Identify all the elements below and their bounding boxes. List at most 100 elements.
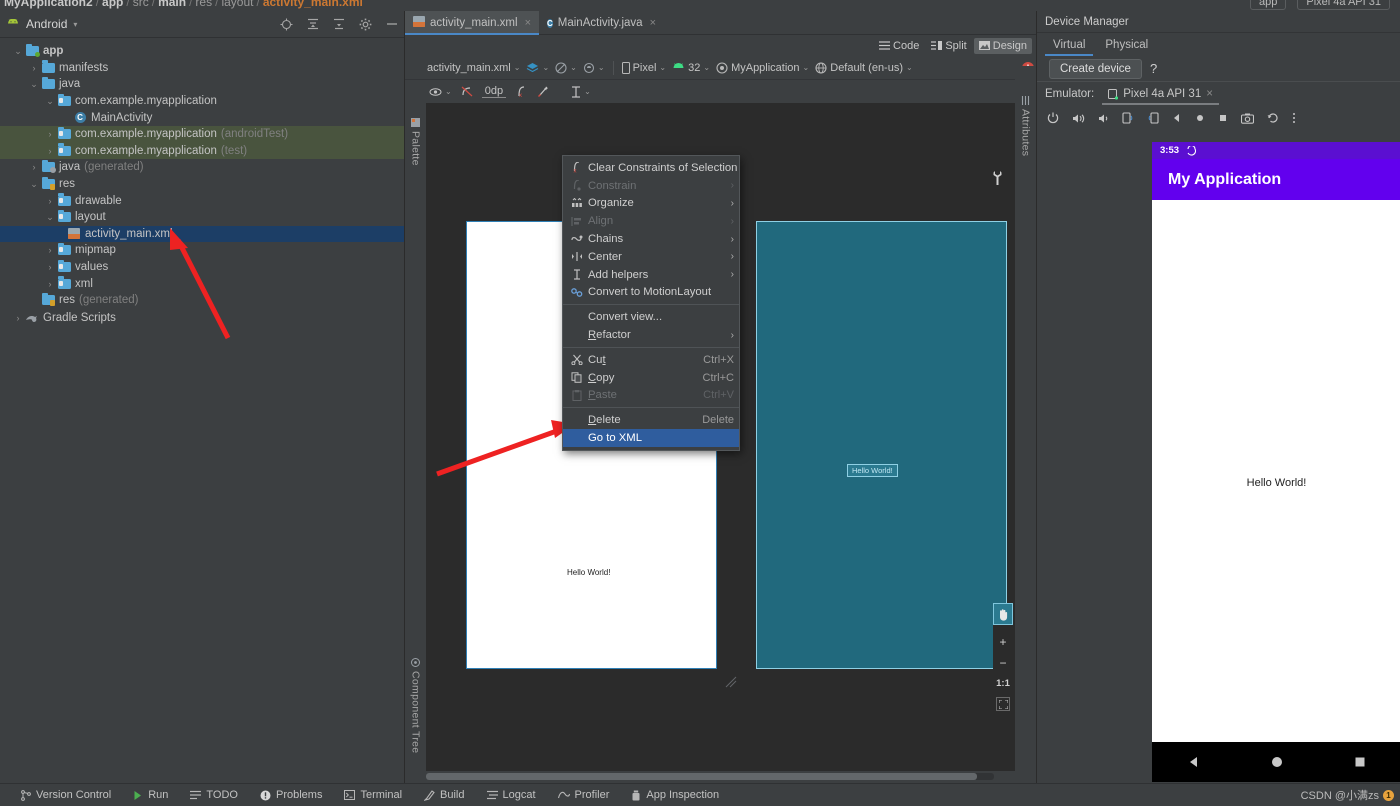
volume-up-icon[interactable]	[1072, 113, 1085, 124]
resize-handle[interactable]	[724, 675, 738, 689]
chevron-right-icon[interactable]: ›	[28, 63, 40, 73]
breadcrumb-item-4[interactable]: res	[195, 0, 212, 9]
chevron-right-icon[interactable]: ›	[44, 279, 56, 289]
overview-icon[interactable]	[1218, 113, 1228, 123]
history-icon[interactable]	[1267, 112, 1279, 124]
wrench-icon[interactable]	[992, 171, 1003, 185]
help-icon[interactable]: ?	[1150, 61, 1157, 76]
rotate-right-icon[interactable]	[1147, 112, 1159, 124]
view-mode-code[interactable]: Code	[874, 38, 924, 54]
emulator-content-area[interactable]: Hello World!	[1152, 200, 1400, 742]
breadcrumb-item-1[interactable]: app	[102, 0, 123, 9]
design-surface-icon[interactable]: ⌄	[526, 62, 549, 73]
device-selector[interactable]: Pixel 4a API 31	[1297, 0, 1390, 10]
tree-item-java-generated[interactable]: › java (generated)	[0, 159, 404, 176]
design-context-menu[interactable]: x Clear Constraints of Selection Constra…	[562, 155, 740, 451]
chevron-down-icon[interactable]: ⌄	[514, 63, 521, 72]
tree-item-layout[interactable]: ⌄ layout	[0, 209, 404, 226]
tab-mainactivity-java[interactable]: C MainActivity.java ×	[539, 11, 664, 34]
status-item-terminal[interactable]: Terminal	[333, 789, 413, 801]
scrollbar-thumb[interactable]	[426, 773, 977, 780]
project-view-selector[interactable]: Android ▾	[6, 17, 77, 31]
chevron-right-icon[interactable]: ›	[44, 129, 56, 139]
status-item-todo[interactable]: TODO	[179, 789, 249, 801]
menu-item-constrain[interactable]: Constrain ›	[563, 177, 739, 195]
chevron-right-icon[interactable]: ›	[44, 245, 56, 255]
tree-item-gradle-scripts[interactable]: › Gradle Scripts	[0, 310, 404, 327]
menu-item-clear-constraints[interactable]: x Clear Constraints of Selection	[563, 159, 739, 177]
blueprint-toggle-icon[interactable]: ⌄	[555, 61, 577, 74]
tree-item-package-main[interactable]: ⌄ com.example.myapplication	[0, 93, 404, 110]
guideline-icon[interactable]: ⌄	[571, 85, 591, 98]
gear-icon[interactable]	[359, 18, 372, 31]
close-icon[interactable]: ×	[1206, 88, 1213, 100]
screenshot-icon[interactable]	[1241, 113, 1254, 124]
close-icon[interactable]: ×	[525, 17, 531, 29]
chevron-down-icon[interactable]: ⌄	[44, 212, 56, 223]
view-mode-split[interactable]: Split	[926, 38, 971, 54]
tree-item-activity-main-xml[interactable]: activity_main.xml	[0, 225, 404, 243]
attributes-tool-tab[interactable]: Attributes	[1015, 66, 1036, 186]
menu-item-cut[interactable]: Cut Ctrl+X	[563, 351, 739, 369]
show-constraints-icon[interactable]: ⌄	[429, 87, 452, 97]
view-mode-design[interactable]: Design	[973, 37, 1032, 54]
tree-item-app[interactable]: ⌄ app	[0, 43, 404, 60]
zoom-controls[interactable]: + − 1:1	[993, 603, 1013, 711]
emulator-screen[interactable]: 3:53 My Application Hello World!	[1152, 142, 1400, 782]
breadcrumb[interactable]: MyApplication2/app / src / main / res / layout / a…	[4, 0, 363, 9]
tree-item-res-generated[interactable]: res (generated)	[0, 292, 404, 309]
menu-item-delete[interactable]: Delete Delete	[563, 411, 739, 429]
menu-item-copy[interactable]: Copy Ctrl+C	[563, 369, 739, 387]
power-icon[interactable]	[1047, 112, 1059, 124]
menu-item-convert-to-motionlayout[interactable]: Convert to MotionLayout	[563, 284, 739, 302]
api-selector[interactable]: 32 ⌄	[672, 62, 710, 74]
breadcrumb-item-6[interactable]: activity_main.xml	[263, 0, 363, 9]
tree-item-package-test[interactable]: › com.example.myapplication (test)	[0, 142, 404, 160]
menu-item-refactor[interactable]: Refactor ›	[563, 326, 739, 344]
tree-item-package-androidtest[interactable]: › com.example.myapplication (androidTest…	[0, 125, 404, 143]
breadcrumb-item-0[interactable]: MyApplication2	[4, 0, 93, 9]
palette-tool-tab[interactable]: Palette	[405, 103, 426, 181]
tree-item-manifests[interactable]: › manifests	[0, 60, 404, 77]
emulator-tab[interactable]: Pixel 4a API 31 ×	[1102, 86, 1219, 105]
module-selector[interactable]: app	[1249, 0, 1287, 10]
breadcrumb-item-3[interactable]: main	[158, 0, 186, 9]
close-icon[interactable]: ×	[650, 17, 656, 29]
collapse-all-icon[interactable]	[333, 18, 345, 30]
theme-selector[interactable]: MyApplication ⌄	[716, 62, 809, 74]
chevron-right-icon[interactable]: ›	[44, 196, 56, 206]
tab-activity-main-xml[interactable]: activity_main.xml ×	[405, 11, 539, 35]
project-tree[interactable]: ⌄ app › manifests ⌄ java ⌄ com.example.m…	[0, 39, 404, 783]
tree-item-mainactivity[interactable]: C MainActivity	[0, 109, 404, 126]
status-item-profiler[interactable]: Profiler	[547, 789, 621, 801]
emulator-nav-bar[interactable]	[1152, 742, 1400, 782]
tab-physical[interactable]: Physical	[1095, 33, 1158, 56]
component-tree-tool-tab[interactable]: Component Tree	[405, 641, 426, 771]
infer-constraints-icon[interactable]	[537, 86, 550, 98]
chevron-right-icon[interactable]: ›	[28, 162, 40, 172]
create-device-button[interactable]: Create device	[1049, 58, 1142, 79]
device-selector[interactable]: Pixel ⌄	[621, 61, 666, 74]
layout-file-selector[interactable]: activity_main.xml ⌄	[427, 62, 520, 74]
breadcrumb-item-5[interactable]: layout	[221, 0, 253, 9]
more-icon[interactable]	[1292, 112, 1296, 124]
menu-item-organize[interactable]: Organize ›	[563, 195, 739, 213]
preview-hello-world-text[interactable]: Hello World!	[567, 568, 610, 577]
breadcrumb-item-2[interactable]: src	[133, 0, 149, 9]
tree-item-res[interactable]: ⌄ res	[0, 176, 404, 193]
tree-item-mipmap[interactable]: › mipmap	[0, 242, 404, 259]
menu-item-chains[interactable]: Chains ›	[563, 230, 739, 248]
target-icon[interactable]	[280, 18, 293, 31]
nav-home-icon[interactable]	[1269, 754, 1285, 770]
chevron-right-icon[interactable]: ›	[44, 146, 56, 156]
menu-item-go-to-xml[interactable]: Go to XML	[563, 429, 739, 447]
chevron-right-icon[interactable]: ›	[12, 313, 24, 323]
expand-all-icon[interactable]	[307, 18, 319, 30]
status-item-logcat[interactable]: Logcat	[476, 789, 547, 801]
chevron-down-icon[interactable]: ▾	[73, 20, 77, 29]
actual-size-button[interactable]: 1:1	[993, 673, 1013, 694]
design-horizontal-scrollbar[interactable]	[426, 773, 994, 780]
top-right-toolbar[interactable]: app Pixel 4a API 31	[1246, 0, 1394, 10]
nav-recents-icon[interactable]	[1352, 754, 1368, 770]
blueprint-hello-world-text[interactable]: Hello World!	[847, 464, 898, 477]
